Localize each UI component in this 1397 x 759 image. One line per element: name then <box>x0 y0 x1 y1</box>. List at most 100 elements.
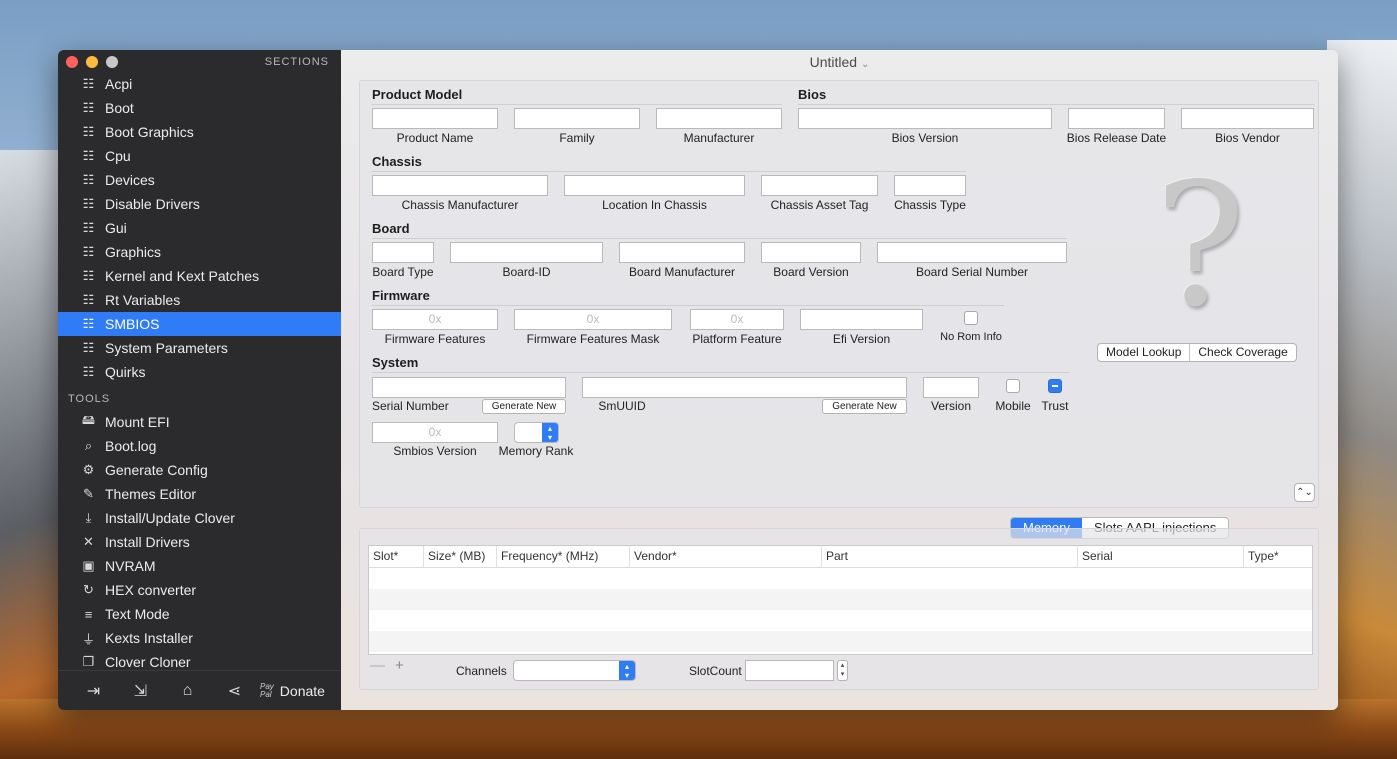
tool-label: NVRAM <box>105 558 156 574</box>
board-id-field[interactable] <box>450 242 603 263</box>
sidebar-item-system-parameters[interactable]: ☷ System Parameters <box>58 336 341 360</box>
tool-kexts-installer[interactable]: ⏚ Kexts Installer <box>58 626 341 650</box>
export-icon[interactable]: ⇲ <box>117 681 164 701</box>
tool-nvram[interactable]: ▣ NVRAM <box>58 554 341 578</box>
location-in-chassis-field[interactable] <box>564 175 745 196</box>
smbios-panel: Product Model Product Name Family Manufa… <box>359 80 1319 508</box>
memory-panel: Slot* Size* (MB) Frequency* (MHz) Vendor… <box>359 528 1319 690</box>
board-type-field[interactable] <box>372 242 434 263</box>
product-name-field[interactable] <box>372 108 498 129</box>
column-header-size[interactable]: Size* (MB) <box>424 546 497 567</box>
sidebar-item-quirks[interactable]: ☷ Quirks <box>58 360 341 384</box>
tool-boot-log[interactable]: ⌕ Boot.log <box>58 434 341 458</box>
board-version-field[interactable] <box>761 242 861 263</box>
chassis-manufacturer-field[interactable] <box>372 175 548 196</box>
no-rom-info-checkbox[interactable] <box>964 311 978 325</box>
sidebar-item-boot-graphics[interactable]: ☷ Boot Graphics <box>58 120 341 144</box>
column-header-serial[interactable]: Serial <box>1078 546 1244 567</box>
home-icon[interactable]: ⌂ <box>164 682 211 700</box>
smbios-version-field[interactable]: 0x <box>372 422 498 443</box>
column-header-type[interactable]: Type* <box>1244 546 1312 567</box>
tool-generate-config[interactable]: ⚙ Generate Config <box>58 458 341 482</box>
bios-vendor-field[interactable] <box>1181 108 1314 129</box>
tool-themes-editor[interactable]: ✎ Themes Editor <box>58 482 341 506</box>
column-header-vendor[interactable]: Vendor* <box>630 546 822 567</box>
sidebar-item-acpi[interactable]: ☷ Acpi <box>58 72 341 96</box>
import-icon[interactable]: ⇥ <box>70 681 117 701</box>
model-popup-icon[interactable]: ⌃⌄ <box>1294 483 1315 502</box>
check-coverage-button[interactable]: Check Coverage <box>1189 344 1295 361</box>
slotcount-stepper[interactable]: ▴ ▾ <box>837 660 848 681</box>
column-header-part[interactable]: Part <box>822 546 1078 567</box>
tool-install-update-clover[interactable]: ⤓ Install/Update Clover <box>58 506 341 530</box>
sidebar-item-kernel-kext-patches[interactable]: ☷ Kernel and Kext Patches <box>58 264 341 288</box>
list-icon: ☷ <box>82 220 95 235</box>
sidebar-item-smbios[interactable]: ☷ SMBIOS <box>58 312 341 336</box>
tool-text-mode[interactable]: ≡ Text Mode <box>58 602 341 626</box>
column-header-slot[interactable]: Slot* <box>369 546 424 567</box>
chassis-type-field[interactable] <box>894 175 966 196</box>
chassis-manufacturer-label: Chassis Manufacturer <box>401 198 519 212</box>
smuuid-label: SmUUID <box>598 399 646 413</box>
platform-feature-field[interactable]: 0x <box>690 309 784 330</box>
smuuid-field[interactable] <box>582 377 907 398</box>
slotcount-field[interactable] <box>745 660 834 681</box>
sidebar-item-label: SMBIOS <box>105 316 160 332</box>
table-row[interactable] <box>369 631 1312 652</box>
sidebar-item-disable-drivers[interactable]: ☷ Disable Drivers <box>58 192 341 216</box>
model-lookup-button[interactable]: Model Lookup <box>1098 344 1189 361</box>
donate-button[interactable]: Pay Pal Donate <box>260 682 325 699</box>
table-row[interactable] <box>369 610 1312 631</box>
chevron-updown-icon: ▴ ▾ <box>542 423 558 442</box>
efi-version-field[interactable] <box>800 309 923 330</box>
channels-popup[interactable]: ▴ ▾ <box>513 660 636 681</box>
bios-release-date-field[interactable] <box>1068 108 1165 129</box>
sidebar-item-rt-variables[interactable]: ☷ Rt Variables <box>58 288 341 312</box>
remove-row-button[interactable]: — <box>370 657 385 674</box>
bios-version-field[interactable] <box>798 108 1052 129</box>
board-version-label: Board Version <box>773 265 849 279</box>
trust-label: Trust <box>1041 399 1069 413</box>
window-title[interactable]: Untitled <box>810 54 857 70</box>
serial-number-field[interactable] <box>372 377 566 398</box>
sidebar-item-label: Cpu <box>105 148 131 164</box>
platform-feature-label: Platform Feature <box>692 332 782 346</box>
firmware-features-mask-field[interactable]: 0x <box>514 309 672 330</box>
main-content: Untitled ⌄ Product Model Product Name Fa… <box>341 50 1338 710</box>
version-field[interactable] <box>923 377 979 398</box>
table-row[interactable] <box>369 568 1312 589</box>
sidebar-item-boot[interactable]: ☷ Boot <box>58 96 341 120</box>
tool-mount-efi[interactable]: 🖴 Mount EFI <box>58 410 341 434</box>
share-icon[interactable]: ⋖ <box>211 681 258 701</box>
list-icon: ☷ <box>82 364 95 379</box>
trust-checkbox[interactable] <box>1048 379 1062 393</box>
tool-label: HEX converter <box>105 582 197 598</box>
generate-smuuid-button[interactable]: Generate New <box>822 399 907 414</box>
mobile-checkbox[interactable] <box>1006 379 1020 393</box>
sidebar-item-label: Gui <box>105 220 127 236</box>
table-row[interactable] <box>369 589 1312 610</box>
family-field[interactable] <box>514 108 640 129</box>
sidebar-item-cpu[interactable]: ☷ Cpu <box>58 144 341 168</box>
sidebar-item-gui[interactable]: ☷ Gui <box>58 216 341 240</box>
sidebar-item-label: Kernel and Kext Patches <box>105 268 260 284</box>
tool-label: Boot.log <box>105 438 157 454</box>
tool-install-drivers[interactable]: ✕ Install Drivers <box>58 530 341 554</box>
zoom-button[interactable] <box>106 56 118 68</box>
minimize-button[interactable] <box>86 56 98 68</box>
column-header-frequency[interactable]: Frequency* (MHz) <box>497 546 630 567</box>
chassis-asset-tag-field[interactable] <box>761 175 878 196</box>
manufacturer-field[interactable] <box>656 108 782 129</box>
sidebar-item-graphics[interactable]: ☷ Graphics <box>58 240 341 264</box>
board-manufacturer-field[interactable] <box>619 242 745 263</box>
memory-rank-popup[interactable]: ▴ ▾ <box>514 422 559 443</box>
firmware-features-field[interactable]: 0x <box>372 309 498 330</box>
chassis-type-label: Chassis Type <box>894 198 966 212</box>
add-row-button[interactable]: + <box>395 657 404 674</box>
close-button[interactable] <box>66 56 78 68</box>
section-title-system: System <box>372 355 419 370</box>
generate-serial-button[interactable]: Generate New <box>482 399 566 414</box>
tool-hex-converter[interactable]: ↻ HEX converter <box>58 578 341 602</box>
board-serial-field[interactable] <box>877 242 1067 263</box>
sidebar-item-devices[interactable]: ☷ Devices <box>58 168 341 192</box>
